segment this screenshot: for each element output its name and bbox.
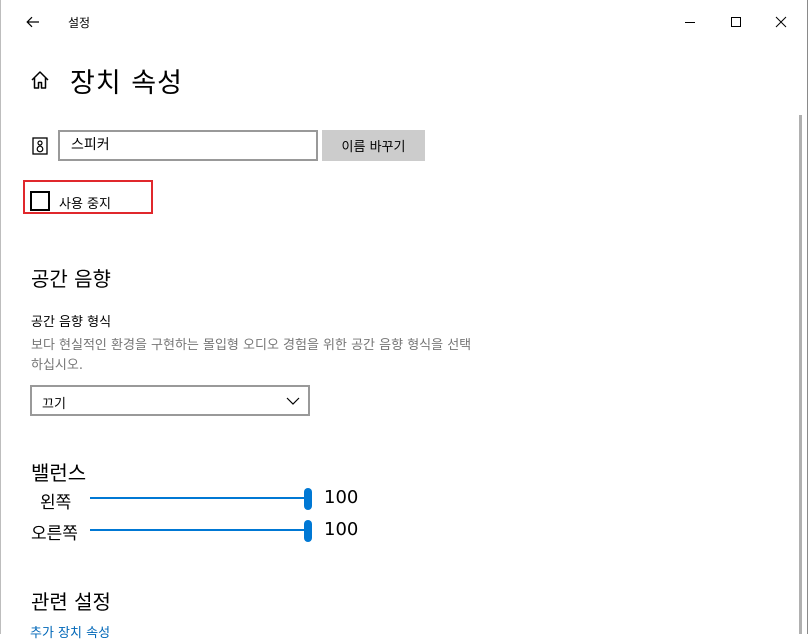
scrollbar[interactable]	[799, 115, 802, 634]
maximize-button[interactable]	[716, 6, 756, 38]
spatial-sound-dropdown[interactable]: 끄기	[30, 385, 310, 416]
back-button[interactable]	[19, 8, 47, 36]
balance-left-label: 왼쪽	[40, 493, 72, 513]
page-title: 장치 속성	[70, 67, 183, 99]
balance-right-track	[90, 529, 308, 531]
rename-button[interactable]: 이름 바꾸기	[322, 130, 425, 161]
related-settings-heading: 관련 설정	[31, 590, 111, 614]
disable-checkbox[interactable]	[30, 191, 50, 211]
home-icon	[31, 71, 49, 89]
app-title: 설정	[68, 16, 91, 30]
page-header: 장치 속성	[29, 60, 183, 100]
back-arrow-icon	[26, 16, 39, 28]
disable-checkbox-label[interactable]: 사용 중지	[59, 193, 111, 212]
balance-right-label: 오른쪽	[31, 524, 78, 544]
balance-left-slider[interactable]	[90, 488, 312, 510]
close-icon	[775, 16, 787, 28]
title-bar: 설정	[1, 0, 807, 44]
spatial-sound-description: 보다 현실적인 환경을 구현하는 몰입형 오디오 경험을 위한 공간 음향 형식…	[31, 338, 472, 373]
spatial-sound-heading: 공간 음향	[31, 267, 111, 291]
home-button[interactable]	[29, 69, 51, 91]
balance-left-thumb[interactable]	[304, 488, 312, 510]
speaker-icon	[32, 137, 48, 155]
spatial-sound-selected: 끄기	[42, 397, 66, 412]
additional-device-properties-link[interactable]: 추가 장치 속성	[30, 622, 110, 641]
balance-left-track	[90, 497, 308, 499]
maximize-icon	[731, 17, 741, 27]
balance-right-thumb[interactable]	[304, 520, 312, 542]
spatial-sound-format-label: 공간 음향 형식	[31, 315, 112, 330]
chevron-down-icon	[286, 397, 300, 405]
balance-right-slider[interactable]	[90, 520, 312, 542]
balance-left-value: 100	[324, 487, 359, 508]
settings-window: 설정 장치 속성 스피커 이름 바꾸기 사용 중지 공간 음향 공간 음향 형식…	[0, 0, 808, 641]
close-button[interactable]	[761, 6, 801, 38]
device-name-input[interactable]: 스피커	[58, 130, 318, 161]
minimize-button[interactable]	[670, 6, 710, 38]
minimize-icon	[685, 22, 695, 23]
balance-right-value: 100	[324, 519, 359, 540]
balance-heading: 밸런스	[31, 461, 87, 485]
